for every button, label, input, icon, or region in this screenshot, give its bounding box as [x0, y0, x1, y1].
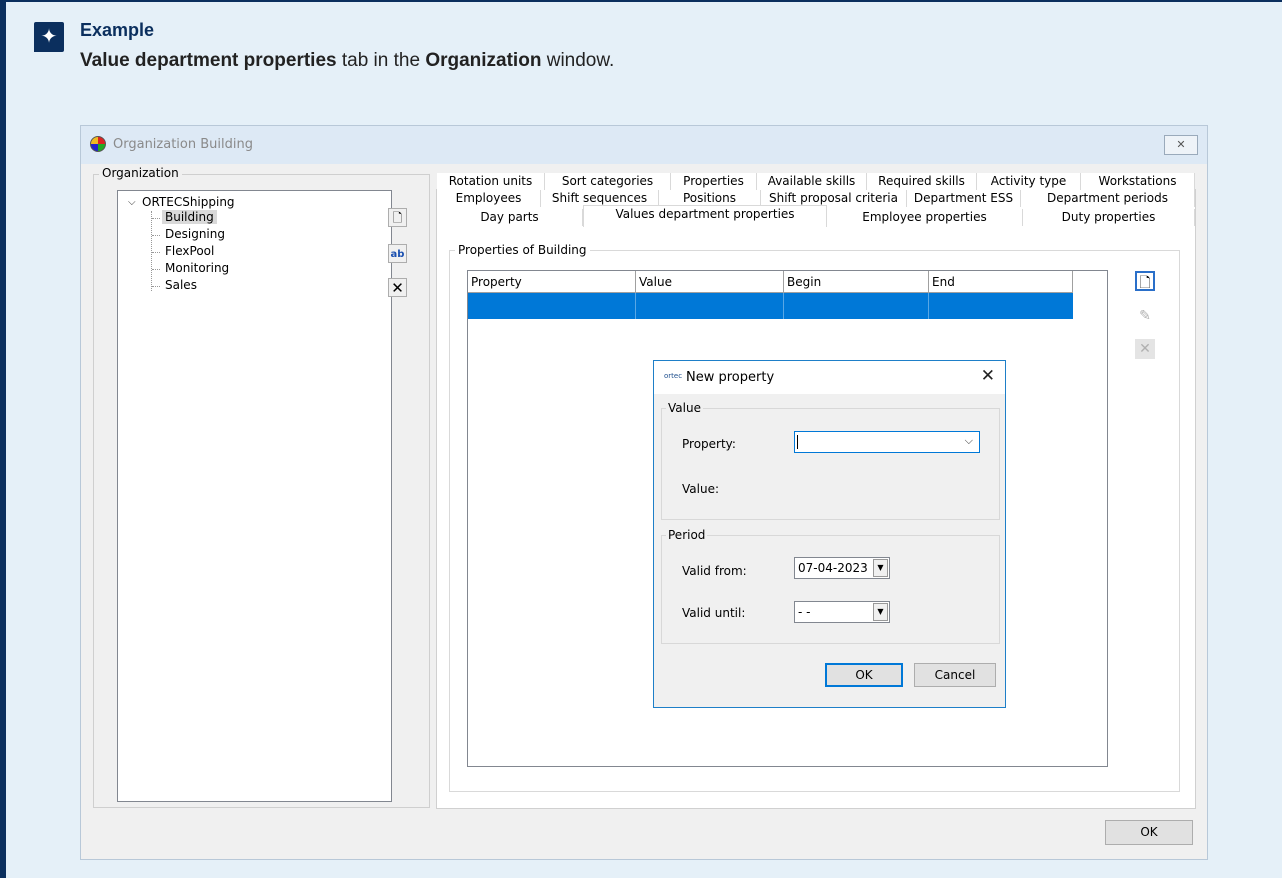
properties-group-label: Properties of Building [455, 243, 590, 257]
app-logo-icon [90, 136, 106, 152]
tab-workstations[interactable]: Workstations [1081, 173, 1195, 190]
tab-available-skills[interactable]: Available skills [757, 173, 867, 190]
delete-department-button[interactable]: ✕ [388, 278, 407, 297]
tab-employees[interactable]: Employees [437, 190, 541, 207]
tab-required-skills[interactable]: Required skills [867, 173, 977, 190]
value-group-label: Value [666, 401, 703, 415]
tree-connector [152, 286, 160, 287]
star-icon: ✦ [34, 22, 64, 52]
cell-divider [635, 293, 636, 319]
calendar-dropdown-icon[interactable]: ▼ [873, 559, 888, 577]
window-title: Organization Building [113, 137, 253, 152]
chevron-down-icon[interactable]: ⌵ [965, 434, 973, 448]
new-property-button[interactable]: 🗋 [1135, 271, 1155, 291]
tree-item-label: Sales [165, 278, 197, 292]
tree-connector [151, 211, 152, 291]
close-icon: ✕ [1176, 138, 1186, 151]
tree-item-label: FlexPool [165, 244, 215, 258]
rename-icon: ab [390, 249, 405, 260]
window-titlebar: Organization Building ✕ [81, 126, 1207, 164]
tab-rotation-units[interactable]: Rotation units [437, 173, 545, 190]
column-header-begin[interactable]: Begin [784, 271, 929, 293]
column-header-property[interactable]: Property [468, 271, 636, 293]
tab-activity-type[interactable]: Activity type [977, 173, 1081, 190]
tree-connector [152, 252, 160, 253]
valid-until-value: - - [798, 605, 811, 619]
value-label: Value: [682, 482, 719, 496]
tree-item-sales[interactable]: Sales [165, 278, 197, 292]
dialog-ok-button[interactable]: OK [825, 663, 903, 687]
valid-until-date-field[interactable]: - - ▼ [794, 601, 890, 623]
tree-item-designing[interactable]: Designing [165, 227, 225, 241]
callout-text-bold-tab: Value department properties [80, 50, 337, 71]
tab-day-parts[interactable]: Day parts [437, 209, 583, 226]
tab-duty-properties[interactable]: Duty properties [1023, 209, 1195, 226]
chevron-down-icon[interactable]: ⌵ [128, 197, 136, 208]
tree-connector [152, 218, 160, 219]
text-caret [797, 435, 798, 449]
delete-property-button[interactable]: ✕ [1135, 339, 1155, 359]
edit-icon: ✎ [1139, 308, 1151, 324]
table-row-selected[interactable] [468, 293, 1073, 319]
tab-department-ess[interactable]: Department ESS [907, 190, 1021, 207]
dialog-close-button[interactable]: ✕ [981, 366, 995, 386]
tree-item-label: ORTECShipping [142, 195, 235, 209]
dialog-title: New property [686, 370, 775, 385]
tree-item-label: Designing [165, 227, 225, 241]
property-label: Property: [682, 437, 736, 451]
new-property-dialog: ortec New property ✕ Value Property: ⌵ V… [653, 360, 1006, 708]
tab-row-3: Day parts Values department properties E… [437, 205, 1195, 227]
value-group [661, 408, 1000, 520]
valid-from-label: Valid from: [682, 564, 747, 578]
tree-item-flexpool[interactable]: FlexPool [165, 244, 214, 258]
rename-department-button[interactable]: ab [388, 244, 407, 263]
tab-values-department-properties[interactable]: Values department properties [583, 205, 827, 227]
valid-from-date-field[interactable]: 07-04-2023 ▼ [794, 557, 890, 579]
delete-icon: ✕ [391, 279, 404, 297]
calendar-dropdown-icon[interactable]: ▼ [873, 603, 888, 621]
tab-properties[interactable]: Properties [671, 173, 757, 190]
cell-divider [783, 293, 784, 319]
period-group-label: Period [666, 528, 708, 542]
organization-window: Organization Building ✕ Organization ⌵ O… [80, 125, 1208, 860]
tree-item-label: Monitoring [165, 261, 230, 275]
dialog-cancel-button[interactable]: Cancel [914, 663, 996, 687]
valid-from-value: 07-04-2023 [798, 561, 868, 575]
tab-department-periods[interactable]: Department periods [1021, 190, 1195, 207]
cell-divider [928, 293, 929, 319]
tab-row-1: Rotation units Sort categories Propertie… [437, 173, 1195, 190]
ortec-logo-icon: ortec [664, 372, 683, 380]
tree-connector [152, 269, 160, 270]
tree-connector [152, 235, 160, 236]
property-combobox[interactable]: ⌵ [794, 431, 980, 453]
tree-item-building[interactable]: Building [162, 210, 217, 224]
callout-text: Value department properties tab in the O… [80, 50, 614, 72]
window-ok-button[interactable]: OK [1105, 820, 1193, 845]
column-header-end[interactable]: End [929, 271, 1073, 293]
period-group [661, 535, 1000, 644]
callout-title: Example [80, 20, 155, 40]
callout-text-bold-window: Organization [425, 50, 542, 71]
window-close-button[interactable]: ✕ [1164, 135, 1198, 155]
delete-icon: ✕ [1139, 341, 1151, 357]
tree-item-root[interactable]: ORTECShipping [142, 195, 235, 209]
new-document-icon: 🗋 [1139, 275, 1151, 291]
edit-property-button[interactable]: ✎ [1135, 306, 1155, 326]
new-department-button[interactable]: 🗋 [388, 208, 407, 227]
new-document-icon: 🗋 [392, 211, 403, 225]
callout-text-end: window. [541, 50, 615, 71]
column-header-value[interactable]: Value [636, 271, 784, 293]
dialog-titlebar: ortec New property ✕ [654, 361, 1005, 394]
tab-employee-properties[interactable]: Employee properties [827, 209, 1023, 226]
organization-tree[interactable]: ⌵ ORTECShipping Building Designing FlexP… [117, 190, 392, 802]
organization-group-label: Organization [99, 166, 182, 180]
tree-item-monitoring[interactable]: Monitoring [165, 261, 229, 275]
tab-sort-categories[interactable]: Sort categories [545, 173, 671, 190]
tree-item-label: Building [162, 210, 217, 224]
callout-text-mid: tab in the [336, 50, 426, 71]
valid-until-label: Valid until: [682, 606, 746, 620]
